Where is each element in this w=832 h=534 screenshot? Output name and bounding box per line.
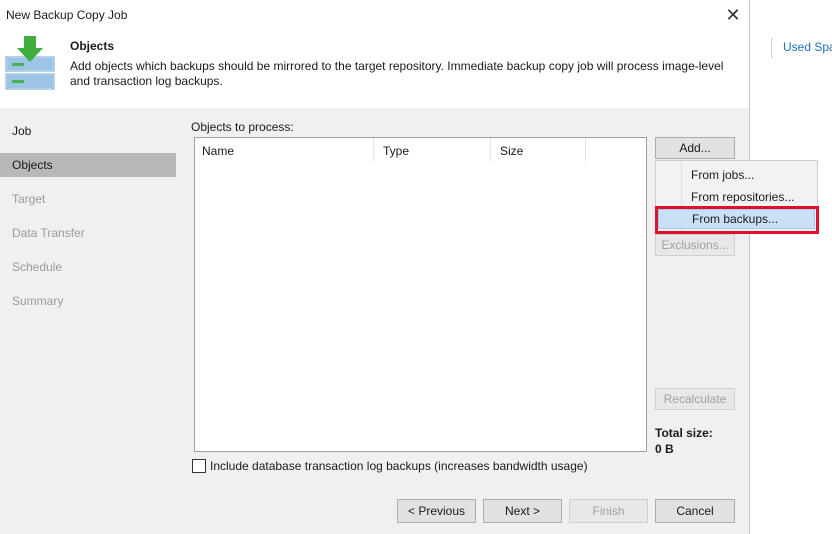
backup-copy-icon (5, 36, 55, 90)
add-dropdown-menu: From jobs... From repositories... From b… (655, 160, 818, 232)
add-button[interactable]: Add... (655, 137, 735, 159)
next-button[interactable]: Next > (483, 499, 562, 523)
menu-item-from-jobs[interactable]: From jobs... (658, 165, 815, 185)
background-window (750, 0, 832, 534)
nav-step-target[interactable]: Target (0, 187, 176, 211)
nav-step-data-transfer[interactable]: Data Transfer (0, 221, 176, 245)
nav-step-summary[interactable]: Summary (0, 289, 176, 313)
column-header-type[interactable]: Type (383, 144, 409, 158)
exclusions-button[interactable]: Exclusions... (655, 234, 735, 256)
total-size-label: Total size: (655, 426, 713, 440)
close-icon[interactable]: ✕ (722, 4, 744, 26)
nav-step-schedule[interactable]: Schedule (0, 255, 176, 279)
log-backups-label[interactable]: Include database transaction log backups… (210, 459, 588, 473)
objects-to-process-label: Objects to process: (191, 120, 294, 134)
page-description: Add objects which backups should be mirr… (70, 59, 724, 88)
finish-button[interactable]: Finish (569, 499, 648, 523)
column-divider (490, 138, 491, 161)
menu-item-from-backups[interactable]: From backups... (658, 209, 815, 229)
wizard-header: Objects Add objects which backups should… (0, 30, 749, 108)
column-header-size[interactable]: Size (500, 144, 523, 158)
page-title: Objects (70, 39, 115, 53)
used-space-column-header[interactable]: Used Spa (783, 40, 832, 54)
column-header-name[interactable]: Name (202, 144, 234, 158)
window-title: New Backup Copy Job (6, 8, 128, 22)
recalculate-button[interactable]: Recalculate (655, 388, 735, 410)
background-divider (771, 38, 772, 58)
log-backups-checkbox[interactable] (192, 459, 206, 473)
wizard-steps-nav: Job Objects Target Data Transfer Schedul… (0, 108, 176, 534)
previous-button[interactable]: < Previous (397, 499, 476, 523)
total-size-value: 0 B (655, 442, 674, 456)
nav-step-objects[interactable]: Objects (0, 153, 176, 177)
objects-table[interactable]: Name Type Size (194, 137, 647, 452)
cancel-button[interactable]: Cancel (655, 499, 735, 523)
column-divider (373, 138, 374, 161)
new-backup-copy-job-dialog: New Backup Copy Job ✕ Objects Add object… (0, 0, 750, 534)
menu-item-from-repositories[interactable]: From repositories... (658, 187, 815, 207)
nav-step-job[interactable]: Job (0, 119, 176, 143)
column-divider (585, 138, 586, 161)
